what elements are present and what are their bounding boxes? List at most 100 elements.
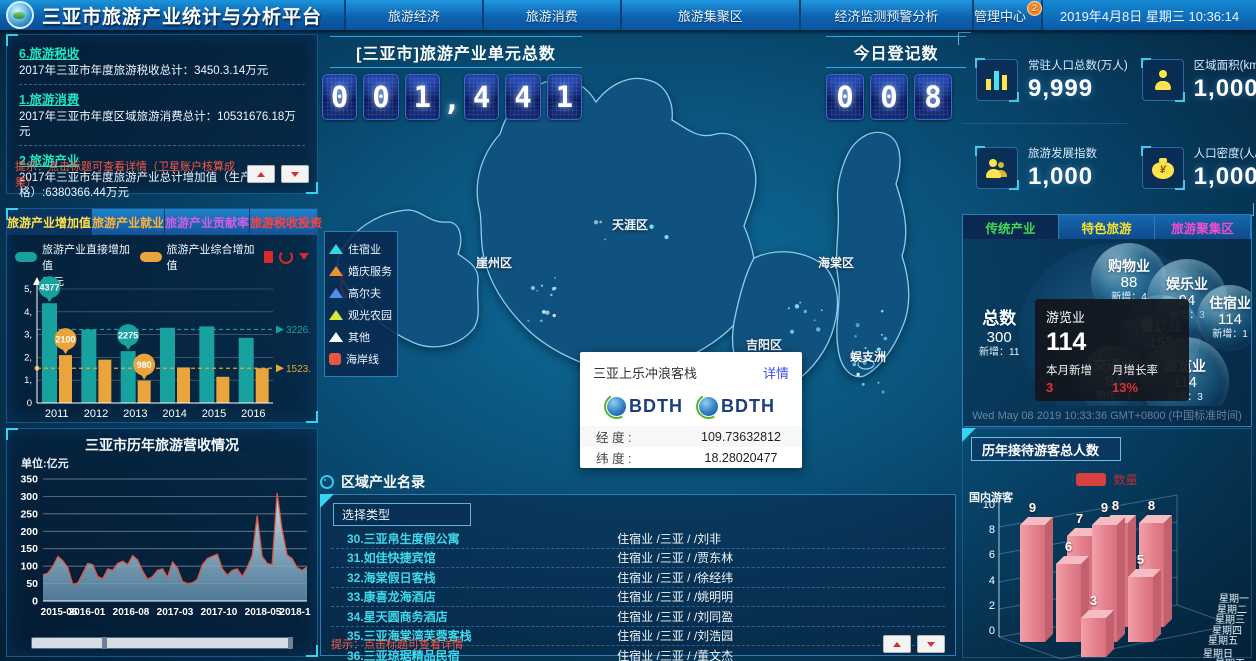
stat-cell: 区域面积(km²) 1,000 — [1128, 36, 1256, 124]
nav-item[interactable]: 旅游集聚区 — [620, 0, 799, 30]
nav-item[interactable]: 经济监测预警分析 — [799, 0, 972, 30]
bar3d: 9 — [1020, 525, 1045, 642]
stats-panel: 常驻人口总数(万人) 9,999 区域面积(km²) 1,000 旅游发展指数 … — [962, 36, 1250, 212]
industry-tab[interactable]: 旅游产业增加值 — [7, 209, 92, 235]
bubble-tab[interactable]: 传统产业 — [963, 215, 1059, 239]
bar3d: 6 — [1056, 564, 1081, 642]
industry-tab[interactable]: 旅游产业贡献率 — [165, 209, 250, 235]
map-legend-item[interactable]: 海岸线 — [329, 348, 393, 370]
dashboard-root: 三亚市旅游产业统计与分析平台 旅游经济 旅游消费 旅游集聚区 经济监测预警分析 — [0, 0, 1256, 661]
map-legend-item[interactable]: 观光农园 — [329, 304, 393, 326]
industry-tab[interactable]: 旅游产业就业 — [92, 209, 165, 235]
directory-row-name[interactable]: 31.如佳快捷宾馆 — [331, 549, 617, 566]
scrollbar-end-cap[interactable] — [288, 637, 293, 649]
stat-label: 常驻人口总数(万人) — [1028, 57, 1128, 73]
bubble-timestamp: Wed May 08 2019 10:33:36 GMT+0800 (中国标准时… — [963, 407, 1251, 423]
type-filter-select[interactable]: 选择类型 — [333, 503, 471, 526]
map-legend-item[interactable]: 住宿业 — [329, 238, 393, 260]
export-file-icon[interactable] — [264, 251, 273, 263]
svg-text:3,: 3, — [24, 330, 32, 341]
visitors-z-categories: 星期一星期二星期三星期四星期五星期日星期天 — [1215, 595, 1245, 661]
svg-text:2100: 2100 — [55, 335, 75, 345]
stat-label: 区域面积(km²) — [1194, 57, 1256, 73]
svg-text:2018-1: 2018-1 — [279, 607, 311, 618]
refresh-icon[interactable] — [279, 250, 293, 264]
app-logo-icon — [6, 1, 34, 29]
app-title: 三亚市旅游产业统计与分析平台 — [42, 2, 322, 29]
nav-item[interactable]: 旅游消费 — [482, 0, 620, 30]
svg-text:2,: 2, — [24, 352, 32, 363]
map-legend-item[interactable]: 婚庆服务 — [329, 260, 393, 282]
svg-text:4,: 4, — [24, 307, 32, 318]
svg-text:50: 50 — [26, 578, 38, 590]
total-units-title: [三亚市]旅游产业单元总数 — [330, 36, 582, 68]
district-label-haitang[interactable]: 海棠区 — [818, 254, 854, 271]
total-units-digits: 001,441 — [322, 74, 582, 120]
district-label-yazhou[interactable]: 崖州区 — [476, 254, 512, 271]
nav-item[interactable]: 旅游经济 — [344, 0, 482, 30]
directory-row-name[interactable]: 34.星天圆商务酒店 — [331, 608, 617, 625]
legend-label-direct: 旅游产业直接增加值 — [42, 241, 135, 273]
bubble-tab[interactable]: 旅游聚集区 — [1155, 215, 1251, 239]
svg-text:5,: 5, — [24, 284, 32, 295]
directory-row: 33.康喜龙海酒店 住宿业 /三亚 / /姚明明 — [331, 588, 945, 608]
bubble-stage: 总数 300 新增：11 购物业 88 新增：4 娱乐业 94 新增：3 住宿业… — [963, 239, 1251, 406]
total-units-counter: [三亚市]旅游产业单元总数 001,441 — [330, 36, 582, 120]
summary-list: 6.旅游税收 2017年三亚市年度旅游税收总计：3450.3.14万元 1.旅游… — [7, 35, 317, 230]
district-label-wuzhizhou[interactable]: 蜈支洲 — [850, 348, 886, 365]
notification-badge: 2 — [1027, 1, 1042, 16]
directory-panel: 区域产业名录 选择类型 30.三亚帛生度假公寓 住宿业 /三亚 / /刘非 31… — [320, 472, 956, 656]
directory-row-info: 住宿业 /三亚 / /刘同盈 — [617, 608, 945, 625]
directory-row: 32.海棠假日客栈 住宿业 /三亚 / /徐经纬 — [331, 568, 945, 588]
district-label-jiyang[interactable]: 吉阳区 — [746, 336, 782, 353]
chart-zoom-scrollbar[interactable] — [31, 637, 293, 649]
directory-row: 30.三亚帛生度假公寓 住宿业 /三亚 / /刘非 — [331, 529, 945, 549]
svg-text:150: 150 — [20, 543, 38, 555]
counter-digit: , — [446, 74, 458, 120]
scroll-down-button[interactable] — [917, 635, 945, 653]
directory-row-name[interactable]: 32.海棠假日客栈 — [331, 569, 617, 586]
scroll-down-button[interactable] — [281, 165, 309, 183]
industry-legend: 旅游产业直接增加值 旅游产业综合增加值 — [7, 235, 317, 273]
stat-cell: 常驻人口总数(万人) 9,999 — [962, 36, 1128, 124]
summary-item-title[interactable]: 1.旅游消费 — [19, 89, 305, 108]
industry-tab[interactable]: 旅游税收投资 — [250, 209, 322, 235]
people-icon — [976, 147, 1018, 189]
summary-item-text: 2017年三亚市年度旅游税收总计：3450.3.14万元 — [19, 64, 305, 79]
nav-item[interactable]: 管理中心2 — [972, 0, 1041, 30]
today-registered-title: 今日登记数 — [826, 36, 966, 68]
person-icon — [1142, 59, 1184, 101]
download-icon[interactable] — [299, 253, 309, 265]
popup-detail-link[interactable]: 详情 — [763, 363, 789, 382]
header: 三亚市旅游产业统计与分析平台 旅游经济 旅游消费 旅游集聚区 经济监测预警分析 — [0, 0, 1256, 30]
bdth-logo: BDTH — [699, 396, 775, 417]
bubble-tab[interactable]: 特色旅游 — [1059, 215, 1155, 239]
scroll-up-button[interactable] — [247, 165, 275, 183]
directory-row-name[interactable]: 30.三亚帛生度假公寓 — [331, 530, 617, 547]
counter-digit: 0 — [870, 74, 908, 120]
globe-icon — [607, 397, 626, 416]
popup-coordinate-row: 纬 度 : 18.28020477 — [580, 447, 802, 468]
bubble-tabs: 传统产业 特色旅游 旅游聚集区 — [963, 215, 1251, 239]
svg-text:2013: 2013 — [123, 408, 147, 420]
map-legend-item[interactable]: 其他 — [329, 326, 393, 348]
stat-cell: 旅游发展指数 1,000 — [962, 124, 1128, 212]
bubble-tooltip: 游览业 114 本月新增 月增长率 3 13% — [1035, 299, 1189, 401]
svg-text:1523.: 1523. — [286, 364, 311, 375]
summary-item-title[interactable]: 6.旅游税收 — [19, 43, 305, 62]
counter-digit: 1 — [547, 74, 582, 120]
map-legend-item[interactable]: 高尔夫 — [329, 282, 393, 304]
bar-chart-icon — [976, 59, 1018, 101]
directory-row: 34.星天圆商务酒店 住宿业 /三亚 / /刘同盈 — [331, 607, 945, 627]
map-legend-marker-icon — [329, 310, 343, 320]
district-label-tianya[interactable]: 天涯区 — [612, 216, 648, 233]
industry-tabs: 旅游产业增加值 旅游产业就业 旅游产业贡献率 旅游税收投资 — [7, 209, 317, 235]
header-datetime: 2019年4月8日 星期三 10:36:14 — [1041, 0, 1256, 30]
scrollbar-handle[interactable] — [102, 637, 107, 649]
svg-text:1,: 1, — [24, 375, 32, 386]
svg-text:2017-03: 2017-03 — [157, 607, 194, 618]
directory-row-name[interactable]: 33.康喜龙海酒店 — [331, 588, 617, 605]
svg-text:300: 300 — [20, 491, 38, 503]
scroll-up-button[interactable] — [883, 635, 911, 653]
visitors-legend-swatch[interactable] — [1076, 473, 1106, 486]
